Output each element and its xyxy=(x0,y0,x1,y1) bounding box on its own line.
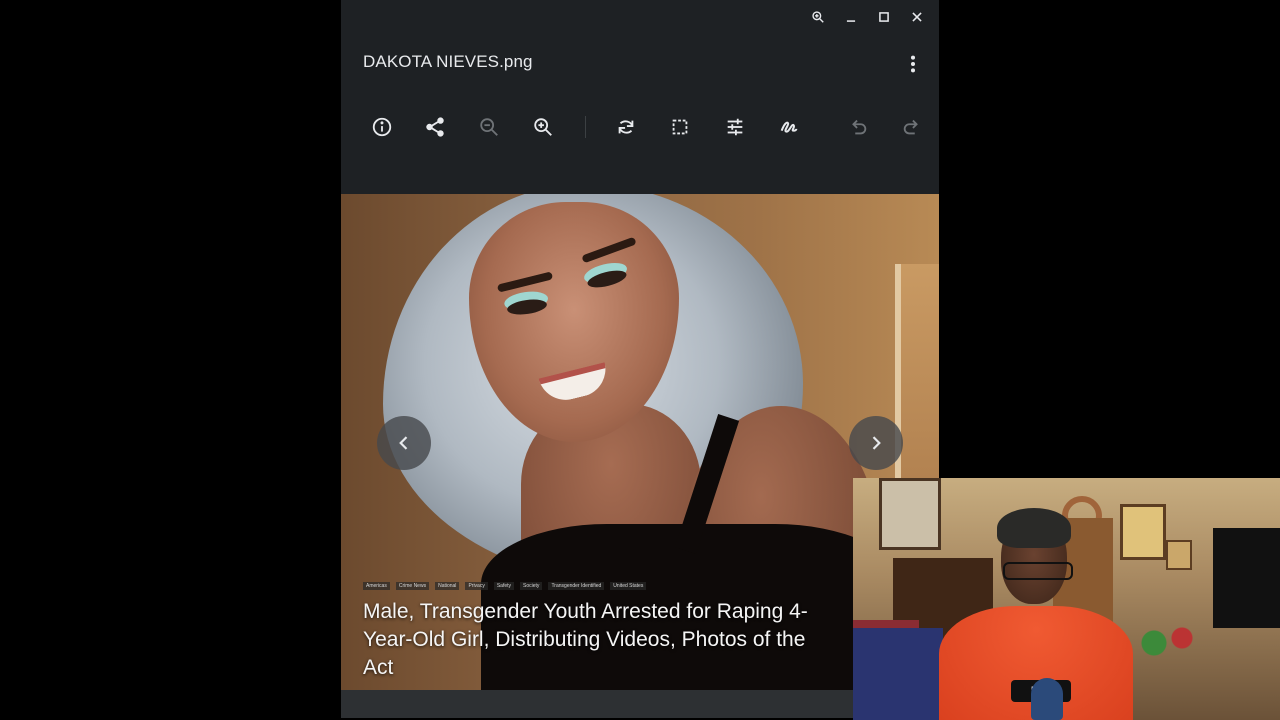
smile xyxy=(538,362,612,406)
redo-icon[interactable] xyxy=(891,106,933,148)
eye-left xyxy=(506,297,548,317)
wall-picture xyxy=(1166,540,1192,570)
pen-icon[interactable] xyxy=(768,106,810,148)
undo-icon[interactable] xyxy=(837,106,879,148)
presenter-glasses xyxy=(1003,562,1073,580)
zoom-out-icon[interactable] xyxy=(468,106,510,148)
tune-icon[interactable] xyxy=(714,106,756,148)
maximize-icon[interactable] xyxy=(867,6,900,28)
previous-image-button[interactable] xyxy=(377,416,431,470)
zoom-icon[interactable] xyxy=(801,6,834,28)
category-tab: Americas xyxy=(363,582,390,590)
category-tab: Crime News xyxy=(395,582,430,590)
chevron-left-icon xyxy=(399,436,408,450)
rotate-icon[interactable] xyxy=(605,106,647,148)
minimize-icon[interactable] xyxy=(834,6,867,28)
microphone xyxy=(1031,678,1063,720)
plants xyxy=(1133,618,1203,668)
category-tab: Privacy xyxy=(465,582,488,590)
close-icon[interactable] xyxy=(900,6,933,28)
info-icon[interactable] xyxy=(361,106,403,148)
wall-picture xyxy=(1120,504,1166,560)
more-options-icon[interactable] xyxy=(901,52,925,76)
toolbar xyxy=(341,106,939,148)
file-title: DAKOTA NIEVES.png xyxy=(363,52,533,71)
crop-icon[interactable] xyxy=(659,106,701,148)
category-tab: Transgender Identified xyxy=(548,582,605,590)
category-tab: Safety xyxy=(493,582,515,590)
wall-picture xyxy=(879,478,941,550)
filmstrip-bar xyxy=(341,690,939,718)
category-tab: United States xyxy=(610,582,647,590)
share-icon[interactable] xyxy=(414,106,456,148)
zoom-in-icon[interactable] xyxy=(522,106,564,148)
next-image-button[interactable] xyxy=(849,416,903,470)
brow-right xyxy=(581,236,637,264)
window-controls xyxy=(801,6,933,28)
webcam-overlay: D A xyxy=(853,478,1280,720)
category-tab: Society xyxy=(520,582,543,590)
image-headline: Male, Transgender Youth Arrested for Rap… xyxy=(363,600,808,679)
category-tab: National xyxy=(435,582,460,590)
eye-right xyxy=(585,267,629,291)
toolbar-separator xyxy=(585,116,586,138)
presenter-hair xyxy=(997,508,1071,548)
sofa xyxy=(853,628,943,720)
chevron-right-icon xyxy=(872,436,881,450)
category-tabs: Americas Crime News National Privacy Saf… xyxy=(363,582,647,590)
image-canvas: Americas Crime News National Privacy Saf… xyxy=(341,194,939,690)
brow-left xyxy=(496,271,554,293)
television xyxy=(1213,528,1280,628)
image-viewer-window: DAKOTA NIEVES.png Americas Crime News Na… xyxy=(341,0,939,718)
